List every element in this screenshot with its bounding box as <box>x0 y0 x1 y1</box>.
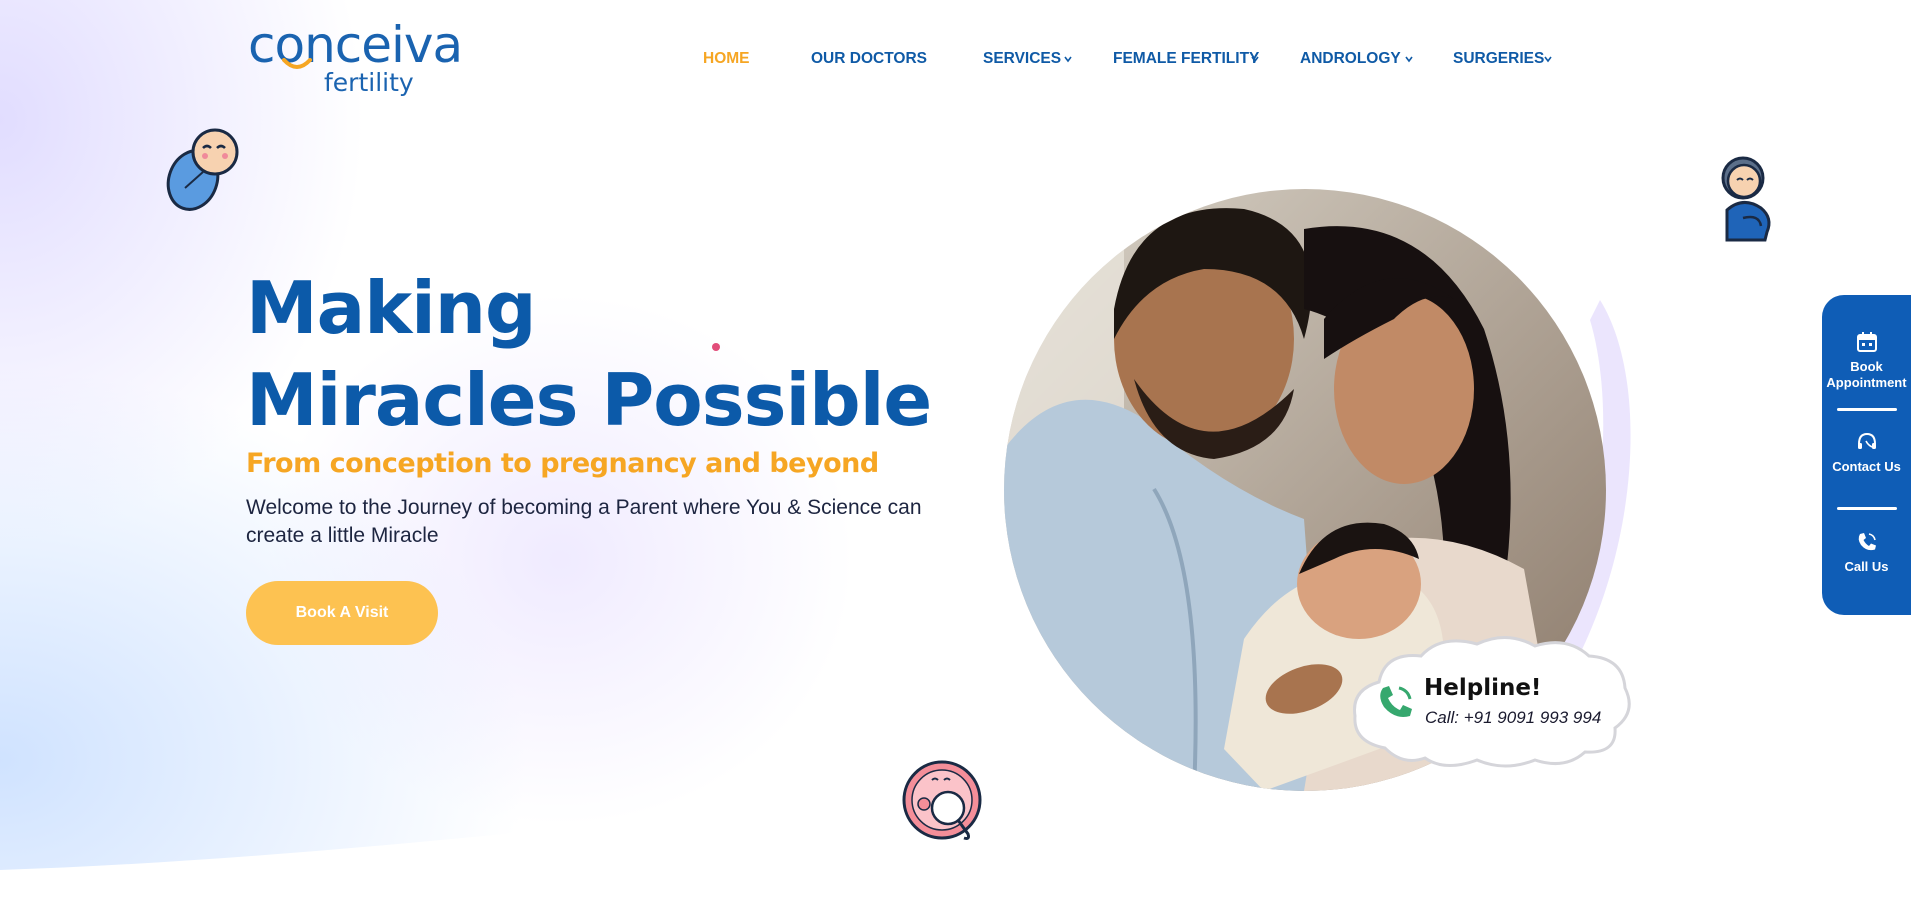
hero-title-line-2: Miracles Possible <box>246 358 932 442</box>
call-us-button[interactable]: Call Us <box>1822 531 1911 575</box>
hero-title: Making Miracles Possible <box>246 262 932 446</box>
nav-item-surgeries[interactable]: SURGERIES <box>1453 50 1544 68</box>
hero-intro-text: Welcome to the Journey of becoming a Par… <box>246 496 922 547</box>
side-divider <box>1837 507 1897 510</box>
chevron-down-icon[interactable] <box>1405 55 1413 63</box>
decorative-dot <box>712 343 720 351</box>
nav-item-home[interactable]: HOME <box>703 50 750 68</box>
call-us-label: Call Us <box>1844 559 1889 574</box>
embryo-cell-icon <box>902 760 982 840</box>
book-appointment-button[interactable]: Book Appointment <box>1822 331 1911 391</box>
side-action-panel: Book Appointment Contact Us Call Us <box>1822 295 1911 615</box>
phone-icon <box>1858 533 1876 551</box>
swaddled-baby-icon <box>166 128 239 211</box>
hero-tagline: From conception to pregnancy and beyond <box>246 448 879 479</box>
contact-us-button[interactable]: Contact Us <box>1822 431 1911 475</box>
helpline-number[interactable]: Call: +91 9091 993 994 <box>1425 708 1601 728</box>
headset-icon <box>1857 432 1876 449</box>
book-a-visit-button[interactable]: Book A Visit <box>246 581 438 645</box>
phone-icon <box>1380 686 1412 717</box>
helpline-callout[interactable]: Helpline! Call: +91 9091 993 994 <box>1345 630 1635 770</box>
logo-subtitle: fertility <box>324 68 414 97</box>
nav-item-female-fertility[interactable]: FEMALE FERTILITY <box>1113 50 1259 68</box>
book-appointment-label: Book Appointment <box>1826 359 1907 390</box>
helpline-title: Helpline! <box>1424 675 1542 701</box>
pregnant-woman-icon <box>1721 156 1771 242</box>
chevron-down-icon[interactable] <box>1064 55 1072 63</box>
side-divider <box>1837 408 1897 411</box>
main-nav: HOME OUR DOCTORS SERVICES FEMALE FERTILI… <box>0 50 1911 70</box>
chevron-down-icon[interactable] <box>1544 55 1552 63</box>
nav-item-andrology[interactable]: ANDROLOGY <box>1300 50 1401 68</box>
contact-us-label: Contact Us <box>1832 459 1901 474</box>
chevron-down-icon[interactable] <box>1251 55 1259 63</box>
calendar-icon <box>1856 332 1877 352</box>
nav-item-our-doctors[interactable]: OUR DOCTORS <box>811 50 927 68</box>
hero-title-line-1: Making <box>246 266 537 350</box>
nav-item-services[interactable]: SERVICES <box>983 50 1061 68</box>
